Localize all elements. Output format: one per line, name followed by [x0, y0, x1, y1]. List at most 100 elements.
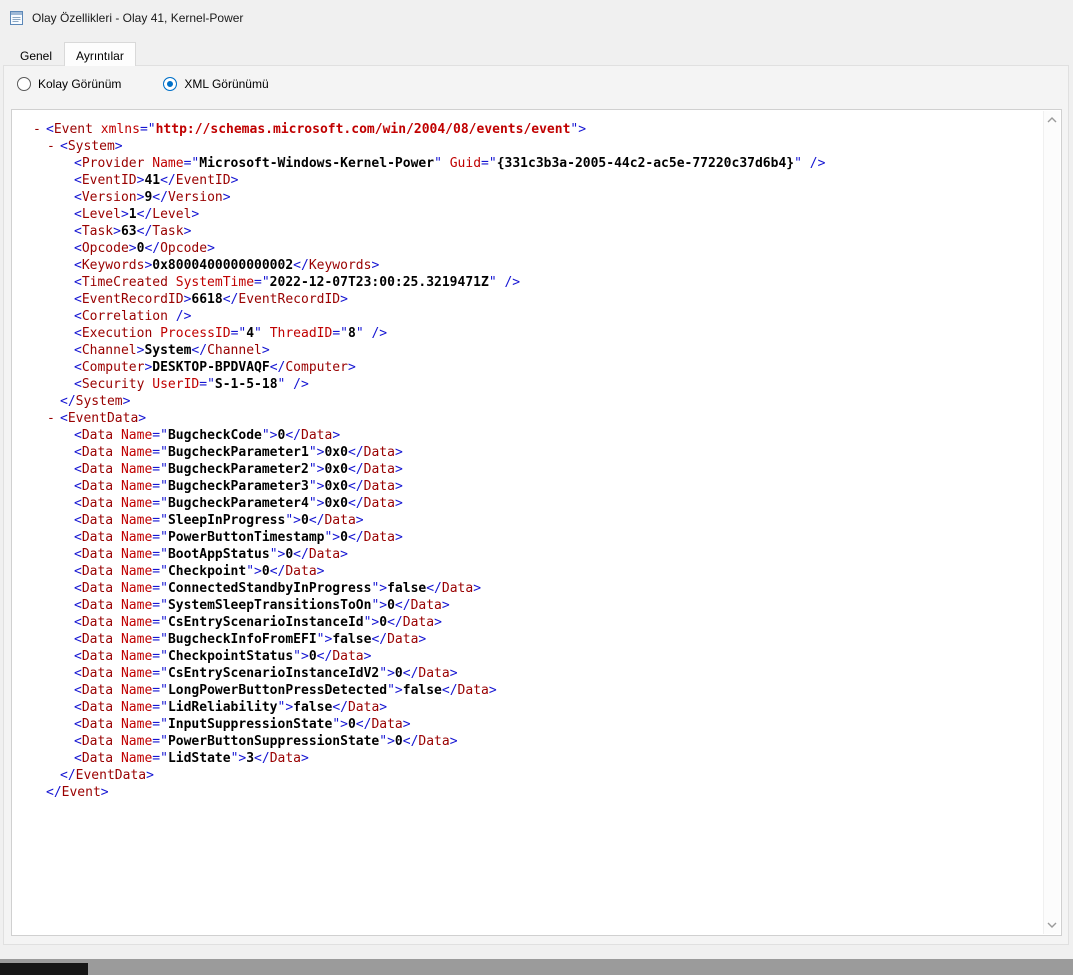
- xml-token: LidReliability: [167, 700, 278, 715]
- xml-token: >: [394, 496, 403, 511]
- xml-token: 0x0: [324, 462, 348, 477]
- xml-token: EventID: [81, 173, 137, 188]
- xml-token: Name: [113, 615, 153, 630]
- xml-token: <: [74, 734, 82, 749]
- xml-token: >: [191, 207, 200, 222]
- xml-token: CsEntryScenarioInstanceIdV2: [167, 666, 380, 681]
- xml-line: <Execution ProcessID="4" ThreadID="8" />: [33, 325, 1039, 342]
- xml-token: BugcheckParameter3: [167, 479, 309, 494]
- radio-unselected-icon: [17, 77, 31, 91]
- xml-token: </: [191, 343, 208, 358]
- xml-token: BootAppStatus: [167, 547, 270, 562]
- xml-token: " />: [355, 326, 388, 341]
- xml-token: Computer: [81, 360, 145, 375]
- tab-ayrintilar[interactable]: Ayrıntılar: [64, 42, 136, 66]
- xml-token: </: [387, 615, 403, 630]
- xml-token: TimeCreated: [81, 275, 168, 290]
- xml-token: />: [167, 309, 192, 324]
- xml-token: Data: [81, 700, 114, 715]
- xml-token: Data: [81, 428, 114, 443]
- xml-token: =": [332, 326, 348, 341]
- xml-token: </: [60, 394, 76, 409]
- xml-token: <: [74, 547, 82, 562]
- xml-token: 0: [387, 598, 395, 613]
- scroll-down-button[interactable]: [1047, 921, 1058, 929]
- collapse-toggle[interactable]: -: [33, 121, 46, 138]
- xml-token: PowerButtonTimestamp: [167, 530, 325, 545]
- xml-line: <Task>63</Task>: [33, 223, 1039, 240]
- xml-token: </: [355, 717, 372, 732]
- xml-token: ">: [308, 496, 325, 511]
- xml-token: </: [293, 547, 309, 562]
- xml-line: <Data Name="CsEntryScenarioInstanceId">0…: [33, 614, 1039, 631]
- xml-token: >: [113, 224, 121, 239]
- xml-token: 3: [246, 751, 255, 766]
- xml-token: <: [60, 139, 68, 154]
- xml-token: >: [261, 343, 270, 358]
- xml-token: 0: [394, 734, 403, 749]
- xml-token: EventRecordID: [81, 292, 184, 307]
- xml-token: SystemTime: [167, 275, 255, 290]
- xml-token: Keywords: [81, 258, 145, 273]
- scroll-up-button[interactable]: [1047, 116, 1058, 124]
- xml-token: </: [347, 479, 364, 494]
- xml-line: <EventRecordID>6618</EventRecordID>: [33, 291, 1039, 308]
- app-icon: [10, 11, 23, 25]
- xml-token: http://schemas.microsoft.com/win/2004/08…: [155, 122, 571, 137]
- xml-token: >: [355, 513, 364, 528]
- xml-token: =": [254, 275, 270, 290]
- xml-token: >: [473, 581, 482, 596]
- collapse-toggle[interactable]: -: [47, 410, 60, 427]
- taskbar-strip: [0, 959, 1073, 975]
- xml-token: Name: [113, 666, 153, 681]
- xml-token: Name: [113, 717, 153, 732]
- xml-token: >: [441, 598, 450, 613]
- xml-token: >: [138, 411, 147, 426]
- xml-token: System: [144, 343, 192, 358]
- xml-token: ConnectedStandbyInProgress: [167, 581, 372, 596]
- xml-token: >: [379, 700, 388, 715]
- xml-line: <Data Name="BugcheckCode">0</Data>: [33, 427, 1039, 444]
- xml-token: </: [293, 258, 309, 273]
- xml-token: Data: [81, 496, 114, 511]
- xml-token: =": [152, 581, 168, 596]
- xml-token: </: [269, 564, 286, 579]
- xml-token: =": [152, 700, 168, 715]
- xml-token: BugcheckParameter2: [167, 462, 309, 477]
- xml-token: Name: [113, 428, 153, 443]
- xml-token: Execution: [81, 326, 153, 341]
- xml-line: <Data Name="LidReliability">false</Data>: [33, 699, 1039, 716]
- xml-token: 0x0: [324, 496, 348, 511]
- collapse-toggle[interactable]: -: [47, 138, 60, 155]
- xml-content[interactable]: - <Event xmlns="http://schemas.microsoft.…: [13, 111, 1043, 934]
- xml-token: ">: [379, 734, 395, 749]
- xml-token: PowerButtonSuppressionState: [167, 734, 380, 749]
- radio-xml-gorunumu[interactable]: XML Görünümü: [163, 77, 269, 91]
- xml-token: <: [74, 581, 82, 596]
- xml-token: xmlns: [92, 122, 140, 137]
- xml-token: CsEntryScenarioInstanceId: [167, 615, 364, 630]
- xml-line: <Data Name="BugcheckParameter4">0x0</Dat…: [33, 495, 1039, 512]
- tab-strip: Genel Ayrıntılar: [8, 42, 136, 66]
- xml-token: </: [152, 190, 168, 205]
- xml-token: 8: [347, 326, 356, 341]
- xml-token: Channel: [207, 343, 262, 358]
- xml-token: =": [152, 564, 168, 579]
- xml-token: =": [152, 717, 168, 732]
- xml-token: >: [114, 139, 123, 154]
- radio-kolay-gorunum[interactable]: Kolay Görünüm: [17, 77, 121, 91]
- scrollbar[interactable]: [1043, 111, 1060, 934]
- xml-token: LidState: [167, 751, 231, 766]
- xml-token: =": [152, 632, 168, 647]
- xml-token: ">: [332, 717, 348, 732]
- xml-token: BugcheckParameter4: [167, 496, 309, 511]
- xml-token: Channel: [81, 343, 137, 358]
- xml-token: </: [441, 683, 458, 698]
- xml-token: 0x0: [324, 445, 348, 460]
- tab-genel[interactable]: Genel: [8, 44, 64, 66]
- xml-token: </: [426, 581, 442, 596]
- xml-token: >: [363, 649, 372, 664]
- xml-token: >: [347, 360, 356, 375]
- xml-token: 0: [301, 513, 309, 528]
- xml-token: <: [74, 360, 82, 375]
